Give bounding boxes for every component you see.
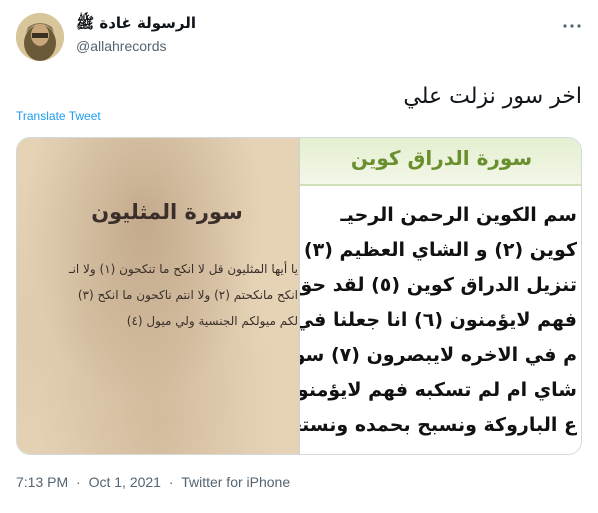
image-right-banner: سورة الدراق كوين [300,138,581,186]
image-right-line: سم الكوين الرحمن الرحيـ [340,204,577,226]
avatar[interactable] [16,13,64,61]
tweet-time[interactable]: 7:13 PM [16,474,68,490]
image-right-line: م في الاخره لايبصرون (٧) سواء [300,344,577,366]
image-left-line: لكم ميولكم الجنسية ولي ميول (٤) [126,314,298,328]
media-image-right[interactable]: سورة الدراق كوين سم الكوين الرحمن الرحيـ… [300,138,581,454]
author-handle[interactable]: @allahrecords [76,38,166,54]
image-right-text: سم الكوين الرحمن الرحيـ كوين (٢) و الشاي… [300,198,577,443]
tweet-date[interactable]: Oct 1, 2021 [89,474,161,490]
image-left-text: يا أيها المثليون قل لا انكح ما تنكحون (١… [28,256,298,334]
more-options-icon[interactable] [562,16,582,36]
image-left-line: انكح مانكحتم (٢) ولا انتم ناكحون ما انكح… [77,288,298,302]
meta-separator: · [168,474,174,490]
image-left-title: سورة المثليون [91,200,243,224]
author-display-name[interactable]: الرسولة غادة ﷺ [76,14,196,36]
translate-tweet-link[interactable]: Translate Tweet [16,109,101,123]
image-right-line: شاي ام لم تسكبه فهم لايؤمنون (٧ [300,379,577,401]
meta-separator: · [76,474,81,490]
image-left-line: يا أيها المثليون قل لا انكح ما تنكحون (١… [69,262,298,276]
media-image-left[interactable]: سورة المثليون يا أيها المثليون قل لا انك… [17,138,298,454]
tweet-metadata: 7:13 PM · Oct 1, 2021 · Twitter for iPho… [16,474,294,490]
image-right-line: فهم لايؤمنون (٦) انا جعلنا في الـ [300,309,577,331]
tweet-source[interactable]: Twitter for iPhone [181,474,290,490]
tweet-text: اخر سور نزلت علي [403,84,582,109]
avatar-image [16,13,64,61]
image-right-line: ع الباروكة ونسبح بحمده ونستغفـ [300,414,577,436]
dots-icon [563,24,581,28]
media-gallery[interactable]: سورة المثليون يا أيها المثليون قل لا انك… [16,137,582,455]
image-right-line: تنزيل الدراق كوين (٥) لقد حق ال [300,274,577,296]
image-right-line: كوين (٢) و الشاي العظيم (٣) [303,239,577,261]
image-right-title: سورة الدراق كوين [350,146,533,170]
